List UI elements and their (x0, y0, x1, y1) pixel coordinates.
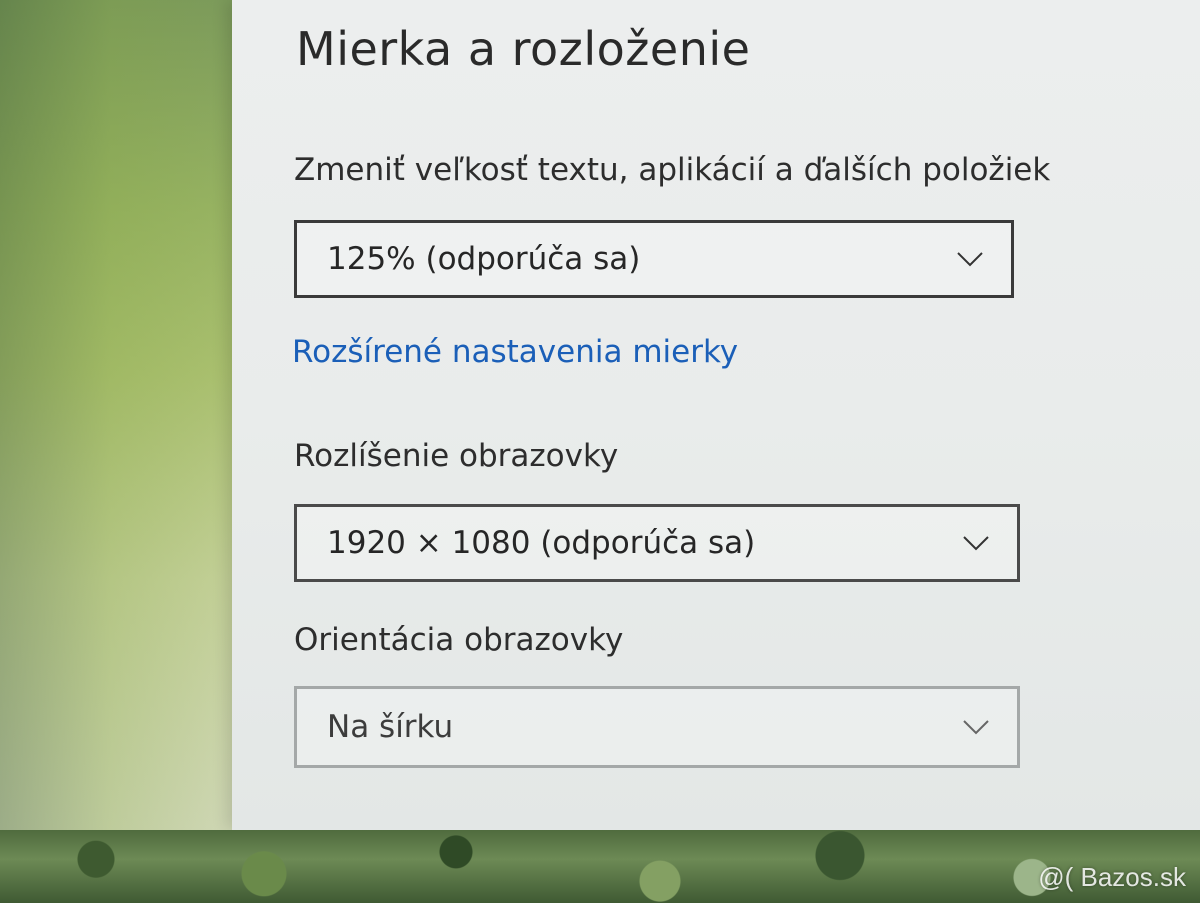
chevron-down-icon (963, 536, 989, 551)
desktop-wallpaper-bottom: @( Bazos.sk (0, 830, 1200, 903)
advanced-scaling-link[interactable]: Rozšírené nastavenia mierky (292, 334, 738, 370)
resolution-label: Rozlíšenie obrazovky (294, 438, 619, 474)
display-settings-panel: Mierka a rozloženie Zmeniť veľkosť textu… (232, 0, 1200, 830)
section-title: Mierka a rozloženie (296, 22, 751, 76)
scale-dropdown[interactable]: 125% (odporúča sa) (294, 220, 1014, 298)
resolution-dropdown[interactable]: 1920 × 1080 (odporúča sa) (294, 504, 1020, 582)
chevron-down-icon (957, 252, 983, 267)
scale-label: Zmeniť veľkosť textu, aplikácií a ďalšíc… (294, 152, 1051, 188)
watermark: @( Bazos.sk (1038, 862, 1186, 892)
orientation-dropdown[interactable]: Na šírku (294, 686, 1020, 768)
desktop-wallpaper-left (0, 0, 245, 830)
chevron-down-icon (963, 720, 989, 735)
resolution-dropdown-value: 1920 × 1080 (odporúča sa) (327, 525, 756, 561)
scale-dropdown-value: 125% (odporúča sa) (327, 241, 641, 277)
screen: Mierka a rozloženie Zmeniť veľkosť textu… (0, 0, 1200, 903)
orientation-dropdown-value: Na šírku (327, 709, 454, 745)
orientation-label: Orientácia obrazovky (294, 622, 624, 658)
